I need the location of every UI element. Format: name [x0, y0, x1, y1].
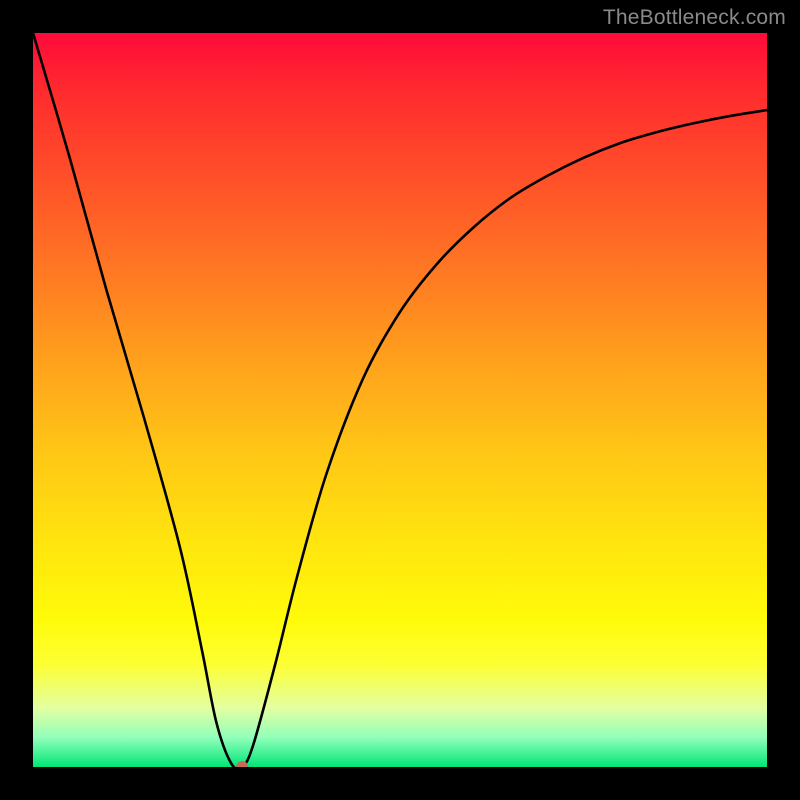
chart-frame: TheBottleneck.com — [0, 0, 800, 800]
plot-background-gradient — [33, 33, 767, 767]
watermark-text: TheBottleneck.com — [603, 6, 786, 30]
